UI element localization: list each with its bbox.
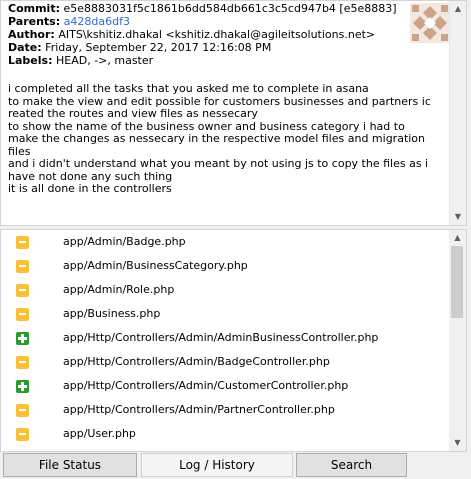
file-modified-icon bbox=[16, 308, 29, 321]
file-path: app/Http/Controllers/Admin/CustomerContr… bbox=[63, 379, 349, 392]
file-row[interactable]: app/Admin/Badge.php bbox=[1, 230, 441, 254]
changed-files-list: app/Admin/Badge.php app/Admin/BusinessCat… bbox=[0, 229, 467, 452]
file-row[interactable]: app/User.php bbox=[1, 422, 441, 446]
files-scrollbar[interactable]: ▲ ▼ bbox=[449, 230, 466, 451]
commit-message: i completed all the tasks that you asked… bbox=[8, 82, 431, 195]
labels-line: Labels: HEAD, ->, master bbox=[8, 55, 153, 67]
file-row[interactable]: app/Http/Controllers/Admin/CustomerContr… bbox=[1, 374, 441, 398]
file-row[interactable]: app/Http/Controllers/Admin/AdminBusiness… bbox=[1, 326, 441, 350]
file-row[interactable]: app/Http/Controllers/Admin/PartnerContro… bbox=[1, 398, 441, 422]
file-added-icon bbox=[16, 380, 29, 393]
commit-details-panel: Commit: e5e8883031f5c1861b6dd584db661c3c… bbox=[0, 0, 467, 226]
parent-hash-link[interactable]: a428da6df3 bbox=[64, 15, 130, 28]
commit-line: Commit: e5e8883031f5c1861b6dd584db661c3c… bbox=[8, 3, 397, 15]
file-path: app/Admin/BusinessCategory.php bbox=[63, 259, 248, 272]
file-modified-icon bbox=[16, 428, 29, 441]
date-value: Friday, September 22, 2017 12:16:08 PM bbox=[45, 41, 272, 54]
parents-line: Parents: a428da6df3 bbox=[8, 16, 130, 28]
scroll-up-icon[interactable]: ▲ bbox=[450, 1, 466, 17]
tab-file-status[interactable]: File Status bbox=[3, 453, 137, 477]
date-line: Date: Friday, September 22, 2017 12:16:0… bbox=[8, 42, 271, 54]
file-path: app/Http/Controllers/Admin/BadgeControll… bbox=[63, 355, 330, 368]
parents-label: Parents: bbox=[8, 15, 61, 28]
file-row[interactable] bbox=[1, 446, 441, 451]
file-modified-icon bbox=[16, 236, 29, 249]
details-scrollbar[interactable]: ▲ ▼ bbox=[449, 1, 466, 225]
file-modified-icon bbox=[16, 284, 29, 297]
date-label: Date: bbox=[8, 41, 42, 54]
file-row[interactable]: app/Http/Controllers/Admin/BadgeControll… bbox=[1, 350, 441, 374]
scroll-down-icon[interactable]: ▼ bbox=[450, 209, 466, 225]
scroll-down-icon[interactable]: ▼ bbox=[449, 435, 466, 451]
file-path: app/Http/Controllers/Admin/PartnerContro… bbox=[63, 403, 335, 416]
author-avatar bbox=[410, 3, 450, 43]
scrollbar-thumb[interactable] bbox=[451, 246, 463, 318]
scroll-up-icon[interactable]: ▲ bbox=[449, 230, 466, 246]
file-modified-icon bbox=[16, 404, 29, 417]
file-path: app/Admin/Badge.php bbox=[63, 235, 186, 248]
labels-label: Labels: bbox=[8, 54, 53, 67]
file-path: app/Http/Controllers/Admin/AdminBusiness… bbox=[63, 331, 379, 344]
file-path: app/Business.php bbox=[63, 307, 161, 320]
commit-label: Commit: bbox=[8, 2, 60, 15]
commit-hash[interactable]: e5e8883031f5c1861b6dd584db661c3c5cd947b4… bbox=[63, 2, 396, 15]
tab-log-history[interactable]: Log / History bbox=[141, 453, 293, 477]
tab-search[interactable]: Search bbox=[296, 453, 407, 477]
file-path: app/Admin/Role.php bbox=[63, 283, 175, 296]
labels-value: HEAD, ->, master bbox=[55, 54, 154, 67]
file-row[interactable]: app/Admin/BusinessCategory.php bbox=[1, 254, 441, 278]
author-line: Author: AITS\kshitiz.dhakal <kshitiz.dha… bbox=[8, 29, 375, 41]
author-label: Author: bbox=[8, 28, 55, 41]
file-modified-icon bbox=[16, 356, 29, 369]
file-modified-icon bbox=[16, 260, 29, 273]
file-row[interactable]: app/Business.php bbox=[1, 302, 441, 326]
file-path: app/User.php bbox=[63, 427, 136, 440]
file-row[interactable]: app/Admin/Role.php bbox=[1, 278, 441, 302]
file-added-icon bbox=[16, 332, 29, 345]
author-value: AITS\kshitiz.dhakal <kshitiz.dhakal@agil… bbox=[58, 28, 376, 41]
